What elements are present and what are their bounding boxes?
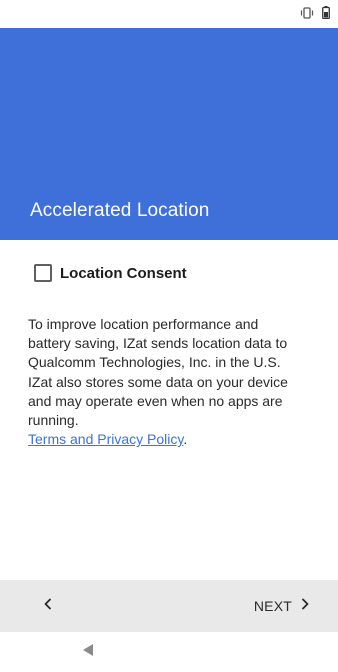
header: Accelerated Location: [0, 28, 338, 240]
page-title: Accelerated Location: [30, 200, 210, 221]
battery-icon: [322, 6, 330, 19]
location-consent-checkbox[interactable]: [34, 264, 52, 282]
location-consent-label: Location Consent: [60, 264, 187, 282]
back-button[interactable]: [30, 590, 66, 622]
next-button-label: NEXT: [253, 598, 292, 614]
terms-line: Terms and Privacy Policy.: [28, 431, 187, 447]
status-icons: [300, 6, 330, 19]
nav-back-button[interactable]: [78, 642, 98, 662]
system-navigation-bar: [0, 632, 338, 672]
nav-back-triangle-icon: [82, 643, 94, 662]
terms-and-privacy-link[interactable]: Terms and Privacy Policy: [28, 431, 183, 447]
description-line: battery saving, IZat sends location data…: [28, 335, 288, 352]
chevron-left-icon: [43, 597, 53, 615]
status-bar: [0, 0, 338, 28]
description-line: To improve location performance and: [28, 316, 259, 332]
description-line: Qualcomm Technologies, Inc. in the U.S.: [28, 354, 281, 371]
terms-link-suffix: .: [183, 431, 188, 448]
description-line: and may operate even when no apps are: [28, 392, 283, 409]
description-line: IZat also stores some data on your devic…: [28, 373, 288, 390]
consent-description: To improve location performance and batt…: [28, 315, 314, 449]
description-line: running.: [28, 412, 79, 429]
location-consent-checkbox-row[interactable]: Location Consent: [34, 264, 187, 282]
vibrate-icon: [300, 6, 314, 19]
chevron-right-icon: [300, 597, 310, 615]
footer-bar: NEXT: [0, 580, 338, 632]
next-button[interactable]: NEXT: [254, 590, 310, 622]
